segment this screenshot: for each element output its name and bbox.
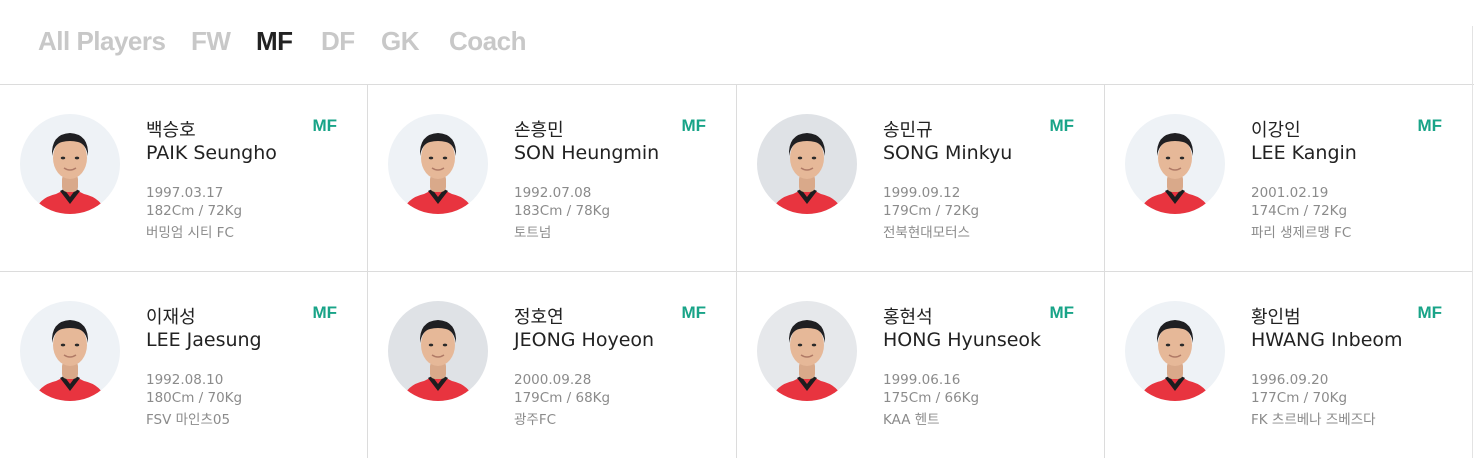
club-name: 버밍엄 시티 FC — [146, 225, 234, 241]
birth-date: 1992.07.08 — [514, 185, 592, 201]
player-name-english: SON Heungmin — [514, 142, 660, 164]
club-name: FSV 마인츠05 — [146, 412, 231, 428]
position-tabs: All Players FW MF DF GK Coach — [0, 0, 1474, 85]
player-name-korean: 이강인 — [1251, 120, 1301, 141]
height-weight: 177Cm / 70Kg — [1251, 390, 1348, 406]
position-badge: MF — [312, 116, 337, 135]
club-name: KAA 헨트 — [883, 412, 940, 428]
player-name-english: HWANG Inbeom — [1251, 329, 1403, 351]
player-name-korean: 손흥민 — [514, 120, 564, 141]
tab-df[interactable]: DF — [321, 26, 355, 57]
height-weight: 180Cm / 70Kg — [146, 390, 243, 406]
player-card[interactable]: 이강인 LEE Kangin MF 2001.02.19 174Cm / 72K… — [1105, 85, 1472, 272]
player-photo — [20, 114, 120, 214]
club-name: 파리 생제르맹 FC — [1251, 225, 1352, 241]
height-weight: 174Cm / 72Kg — [1251, 203, 1348, 219]
height-weight: 183Cm / 78Kg — [514, 203, 611, 219]
club-name: 토트넘 — [514, 225, 552, 241]
player-card[interactable]: 손흥민 SON Heungmin MF 1992.07.08 183Cm / 7… — [368, 85, 737, 272]
birth-date: 1999.09.12 — [883, 185, 961, 201]
player-name-english: LEE Jaesung — [146, 329, 262, 351]
tab-all-players[interactable]: All Players — [38, 26, 166, 57]
position-badge: MF — [1049, 303, 1074, 322]
player-name-korean: 홍현석 — [883, 307, 933, 328]
position-badge: MF — [1049, 116, 1074, 135]
birth-date: 2001.02.19 — [1251, 185, 1329, 201]
player-name-english: JEONG Hoyeon — [514, 329, 655, 351]
player-card[interactable]: 송민규 SONG Minkyu MF 1999.09.12 179Cm / 72… — [737, 85, 1105, 272]
position-badge: MF — [1417, 303, 1442, 322]
tab-coach[interactable]: Coach — [449, 26, 526, 57]
player-card[interactable]: 이재성 LEE Jaesung MF 1992.08.10 180Cm / 70… — [0, 272, 368, 458]
player-photo — [757, 114, 857, 214]
position-badge: MF — [312, 303, 337, 322]
position-badge: MF — [681, 116, 706, 135]
player-photo — [757, 301, 857, 401]
tab-fw[interactable]: FW — [191, 26, 231, 57]
birth-date: 1992.08.10 — [146, 372, 224, 388]
player-photo — [1125, 114, 1225, 214]
player-card[interactable]: 황인범 HWANG Inbeom MF 1996.09.20 177Cm / 7… — [1105, 272, 1472, 458]
player-photo — [388, 114, 488, 214]
player-photo — [1125, 301, 1225, 401]
height-weight: 179Cm / 68Kg — [514, 390, 611, 406]
birth-date: 1999.06.16 — [883, 372, 961, 388]
player-name-korean: 황인범 — [1251, 307, 1301, 328]
position-badge: MF — [1417, 116, 1442, 135]
birth-date: 2000.09.28 — [514, 372, 592, 388]
player-name-korean: 송민규 — [883, 120, 933, 141]
player-card[interactable]: 백승호 PAIK Seungho MF 1997.03.17 182Cm / 7… — [0, 85, 368, 272]
club-name: 광주FC — [514, 412, 557, 428]
player-photo — [20, 301, 120, 401]
player-name-korean: 이재성 — [146, 307, 196, 328]
birth-date: 1997.03.17 — [146, 185, 224, 201]
club-name: 전북현대모터스 — [883, 225, 970, 241]
height-weight: 175Cm / 66Kg — [883, 390, 980, 406]
player-card[interactable]: 홍현석 HONG Hyunseok MF 1999.06.16 175Cm / … — [737, 272, 1105, 458]
player-grid: 백승호 PAIK Seungho MF 1997.03.17 182Cm / 7… — [0, 85, 1474, 458]
height-weight: 179Cm / 72Kg — [883, 203, 980, 219]
player-name-english: LEE Kangin — [1251, 142, 1357, 164]
player-name-english: HONG Hyunseok — [883, 329, 1042, 351]
player-card[interactable]: 정호연 JEONG Hoyeon MF 2000.09.28 179Cm / 6… — [368, 272, 737, 458]
tab-gk[interactable]: GK — [381, 26, 420, 57]
player-name-korean: 백승호 — [146, 120, 196, 141]
position-badge: MF — [681, 303, 706, 322]
height-weight: 182Cm / 72Kg — [146, 203, 243, 219]
player-name-english: PAIK Seungho — [146, 142, 277, 164]
player-name-korean: 정호연 — [514, 307, 564, 328]
birth-date: 1996.09.20 — [1251, 372, 1329, 388]
tab-mf[interactable]: MF — [256, 26, 293, 57]
player-name-english: SONG Minkyu — [883, 142, 1013, 164]
player-photo — [388, 301, 488, 401]
club-name: FK 츠르베나 즈베즈다 — [1251, 412, 1376, 428]
